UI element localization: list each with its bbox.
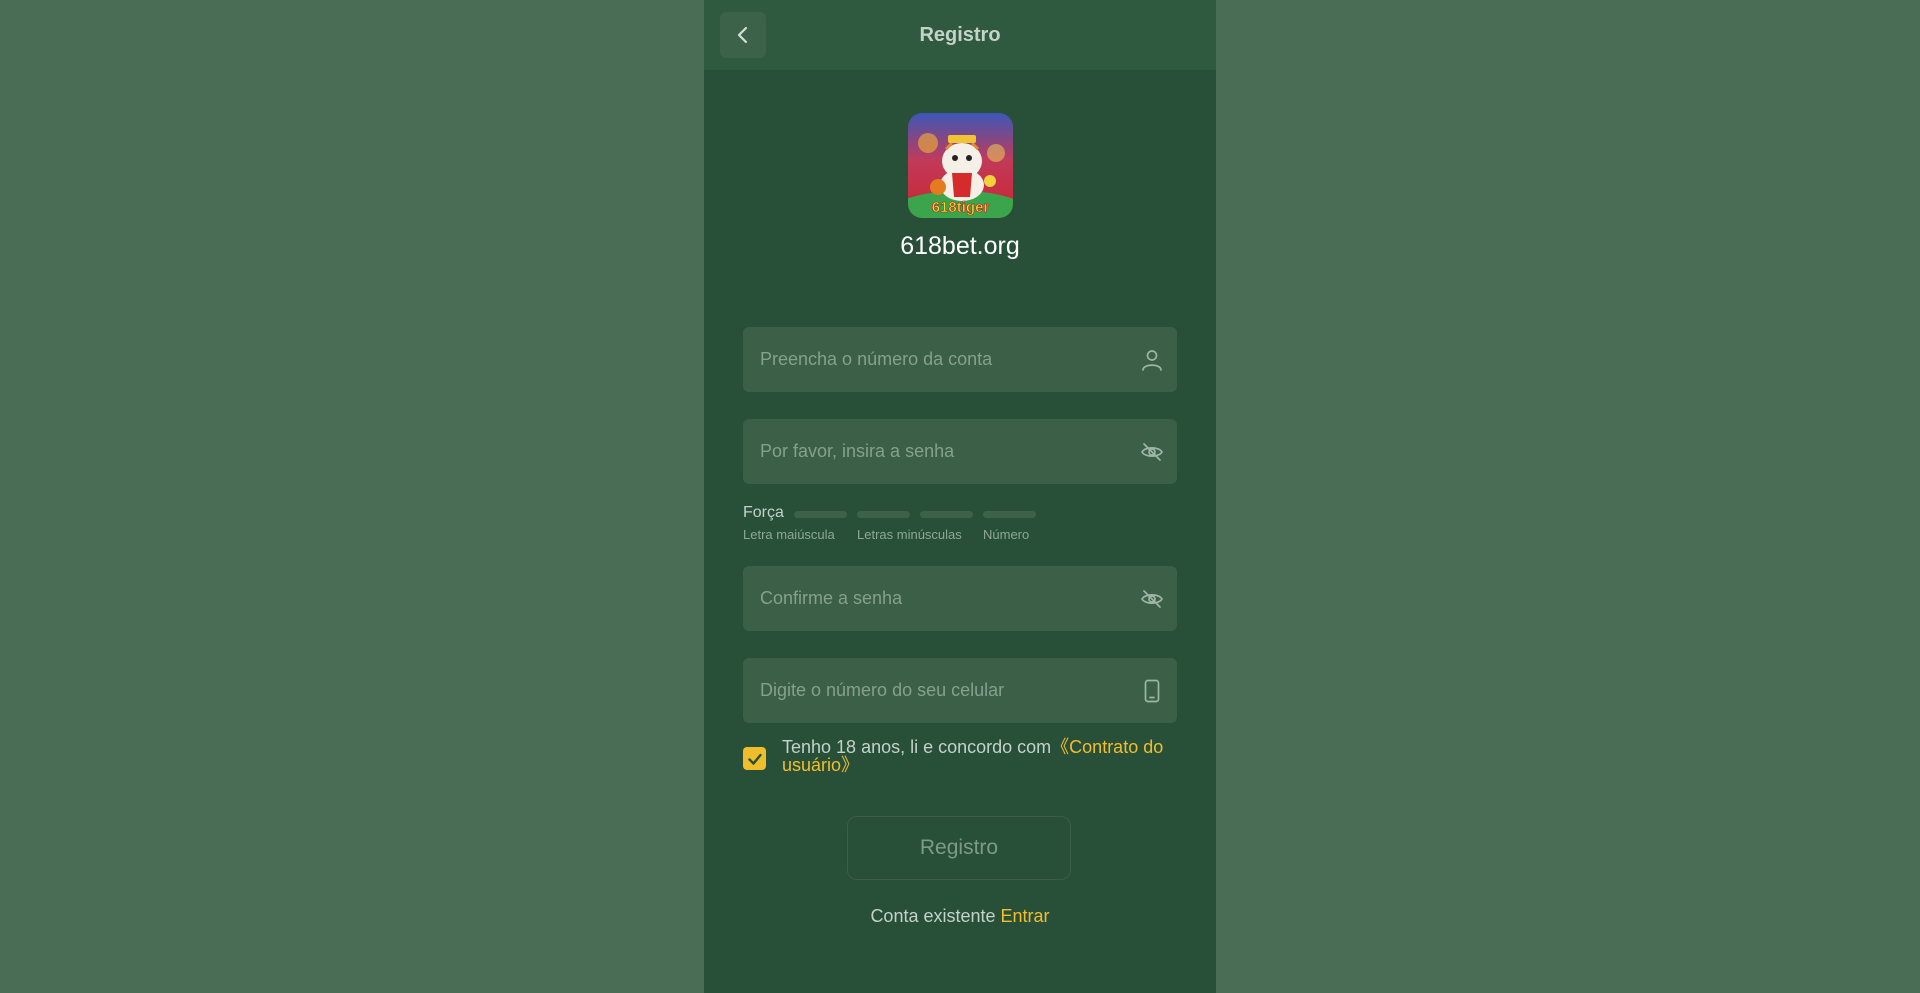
strength-hint-uppercase: Letra maiúscula	[743, 527, 835, 542]
check-icon	[747, 753, 762, 765]
confirm-password-input[interactable]	[743, 566, 1140, 631]
account-field	[743, 327, 1177, 392]
eye-off-icon[interactable]	[1139, 586, 1165, 612]
account-input[interactable]	[743, 327, 1140, 392]
agreement-row: Tenho 18 anos, li e concordo com《Contrat…	[743, 738, 1177, 782]
back-button[interactable]	[720, 12, 766, 58]
login-prompt-text: Conta existente	[870, 906, 996, 926]
agreement-text: Tenho 18 anos, li e concordo com《Contrat…	[782, 738, 1177, 774]
login-link[interactable]: Entrar	[1001, 906, 1050, 926]
strength-hint-lowercase: Letras minúsculas	[857, 527, 962, 542]
agreement-label: Tenho 18 anos, li e concordo com	[782, 737, 1052, 757]
strength-hint-number: Número	[983, 527, 1030, 542]
register-button[interactable]: Registro	[847, 816, 1071, 880]
strength-bar	[794, 511, 847, 518]
user-icon	[1139, 347, 1165, 373]
phone-input[interactable]	[743, 658, 1140, 723]
page-title: Registro	[919, 24, 1001, 46]
app-logo: 618tiger	[908, 113, 1013, 218]
password-input[interactable]	[743, 419, 1140, 484]
eye-off-icon[interactable]	[1139, 439, 1165, 465]
strength-bar	[983, 511, 1036, 518]
password-strength: Força Letra maiúscula Letras minúsculas …	[743, 504, 1177, 544]
register-screen: Registro 618tiger 618bet.org Preencha o …	[704, 0, 1216, 993]
strength-label: Força	[743, 504, 784, 521]
logo-text: 618tiger	[931, 199, 990, 217]
phone-icon	[1139, 678, 1165, 704]
site-name: 618bet.org	[900, 232, 1020, 260]
login-prompt: Conta existente Entrar	[704, 906, 1216, 927]
strength-bar	[857, 511, 910, 518]
chevron-left-icon	[737, 26, 748, 44]
password-field	[743, 419, 1177, 484]
confirm-password-field	[743, 566, 1177, 631]
agreement-checkbox[interactable]	[743, 747, 766, 770]
phone-field	[743, 658, 1177, 723]
strength-bar	[920, 511, 973, 518]
header-bar: Registro	[704, 0, 1216, 70]
